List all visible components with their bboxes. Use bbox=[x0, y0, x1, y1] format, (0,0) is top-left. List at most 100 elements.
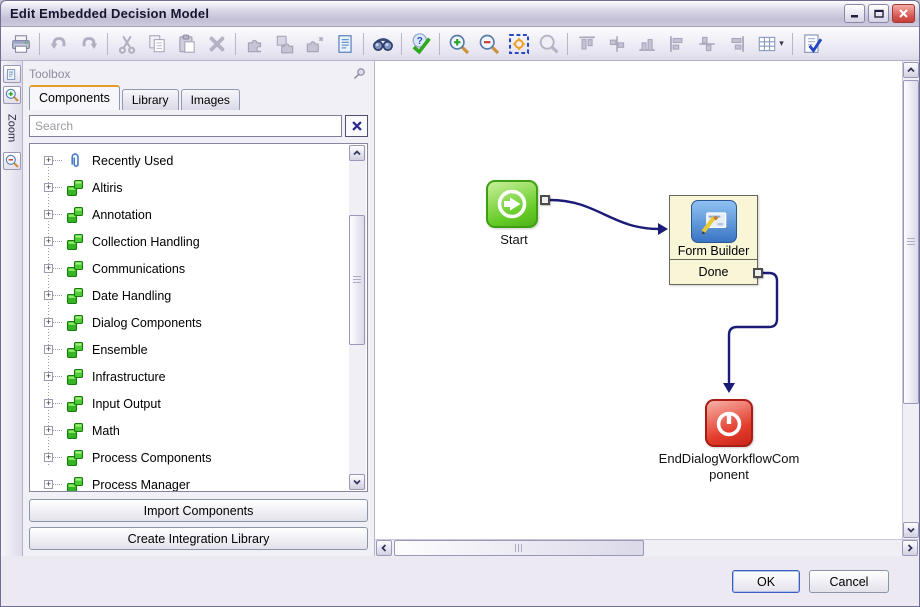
tree-item[interactable]: + Process Manager bbox=[30, 471, 349, 491]
expand-plus-icon[interactable]: + bbox=[44, 480, 53, 489]
align-top-button bbox=[572, 30, 601, 58]
clear-search-button[interactable] bbox=[345, 115, 368, 137]
component-copy-icon bbox=[274, 33, 296, 55]
component-new-button bbox=[300, 30, 329, 58]
zoom-fit-button[interactable] bbox=[504, 30, 533, 58]
node-output-port-done[interactable]: Done bbox=[670, 259, 757, 284]
expand-plus-icon[interactable]: + bbox=[44, 237, 53, 246]
report-button[interactable] bbox=[330, 30, 359, 58]
print-icon bbox=[10, 33, 32, 55]
maximize-button[interactable] bbox=[868, 4, 889, 23]
connector-port-start[interactable] bbox=[540, 195, 550, 205]
node-end-dialog[interactable] bbox=[705, 399, 753, 447]
scroll-up-button[interactable] bbox=[903, 62, 919, 78]
toolbox-header: Toolbox bbox=[29, 65, 368, 83]
connection-done-to-end[interactable] bbox=[727, 271, 779, 386]
puzzle-icon bbox=[65, 340, 85, 360]
toolbox-tabs: Components Library Images bbox=[29, 85, 368, 110]
tree-scrollbar[interactable] bbox=[349, 145, 366, 490]
tree-item-label: Input Output bbox=[92, 396, 161, 411]
toolbar-separator bbox=[107, 32, 108, 55]
toolbar-separator bbox=[567, 32, 568, 55]
canvas-vertical-scrollbar[interactable] bbox=[902, 61, 919, 539]
scroll-left-button[interactable] bbox=[376, 540, 392, 556]
tree-item[interactable]: + Dialog Components bbox=[30, 309, 349, 336]
tree-item[interactable]: + Communications bbox=[30, 255, 349, 282]
zoom-out-strip-button[interactable] bbox=[2, 152, 21, 171]
tab-images[interactable]: Images bbox=[180, 89, 240, 110]
expand-plus-icon[interactable]: + bbox=[44, 372, 53, 381]
print-button[interactable] bbox=[6, 30, 35, 58]
tree-item[interactable]: + Infrastructure bbox=[30, 363, 349, 390]
expand-plus-icon[interactable]: + bbox=[44, 183, 53, 192]
check-model-button[interactable] bbox=[797, 30, 826, 58]
window-title: Edit Embedded Decision Model bbox=[10, 6, 210, 21]
zoom-strip-label: Zoom bbox=[5, 114, 18, 143]
pin-button[interactable] bbox=[350, 66, 368, 82]
ok-button[interactable]: OK bbox=[732, 570, 800, 593]
zoom-in-button[interactable] bbox=[444, 30, 473, 58]
tree-rows: + Recently Used + Altiris + Annotation + Collec… bbox=[30, 147, 349, 491]
cancel-button[interactable]: Cancel bbox=[809, 570, 889, 593]
dialog-footer: OK Cancel bbox=[1, 556, 919, 606]
tree-item[interactable]: + Ensemble bbox=[30, 336, 349, 363]
undo-icon bbox=[48, 33, 70, 55]
import-components-button[interactable]: Import Components bbox=[29, 499, 368, 522]
tab-library[interactable]: Library bbox=[121, 89, 179, 110]
zoom-out-button[interactable] bbox=[474, 30, 503, 58]
expand-plus-icon[interactable]: + bbox=[44, 453, 53, 462]
connector-port-done[interactable] bbox=[753, 268, 763, 278]
validate-button[interactable]: ? bbox=[406, 30, 435, 58]
paste-button bbox=[172, 30, 201, 58]
tree-connector bbox=[53, 268, 62, 269]
expand-plus-icon[interactable]: + bbox=[44, 264, 53, 273]
tree-item[interactable]: + Altiris bbox=[30, 174, 349, 201]
align-bottom-icon bbox=[636, 33, 658, 55]
tree-item[interactable]: + Date Handling bbox=[30, 282, 349, 309]
node-start[interactable] bbox=[486, 180, 538, 228]
minimize-button[interactable] bbox=[844, 4, 865, 23]
tree-item[interactable]: + Recently Used bbox=[30, 147, 349, 174]
grid-button[interactable]: ▾ bbox=[752, 30, 788, 58]
tree-item[interactable]: + Collection Handling bbox=[30, 228, 349, 255]
scroll-down-button[interactable] bbox=[349, 474, 365, 490]
close-button[interactable] bbox=[892, 4, 915, 23]
align-center-button bbox=[692, 30, 721, 58]
tree-item[interactable]: + Input Output bbox=[30, 390, 349, 417]
toolbar-separator bbox=[363, 32, 364, 55]
tree-item[interactable]: + Math bbox=[30, 417, 349, 444]
node-form-builder[interactable]: Form Builder Done bbox=[669, 195, 758, 285]
create-integration-library-button[interactable]: Create Integration Library bbox=[29, 527, 368, 550]
zoom-in-strip-button[interactable] bbox=[2, 86, 21, 104]
pin-icon bbox=[350, 66, 368, 82]
scrollbar-thumb[interactable] bbox=[394, 540, 644, 556]
page-strip-button[interactable] bbox=[2, 65, 21, 83]
expand-plus-icon[interactable]: + bbox=[44, 156, 53, 165]
design-canvas[interactable]: Start Form Builder Done EndDialogWorkflo… bbox=[375, 61, 902, 539]
component-copy-button bbox=[270, 30, 299, 58]
scroll-right-button[interactable] bbox=[902, 540, 918, 556]
scrollbar-thumb[interactable] bbox=[349, 215, 365, 345]
search-input[interactable] bbox=[29, 115, 342, 137]
node-end-dialog-label: EndDialogWorkflowCom ponent bbox=[658, 451, 800, 482]
connection-start-to-formbuilder[interactable] bbox=[548, 198, 661, 231]
scrollbar-thumb[interactable] bbox=[903, 80, 919, 404]
expand-plus-icon[interactable]: + bbox=[44, 210, 53, 219]
tree-item[interactable]: + Annotation bbox=[30, 201, 349, 228]
find-icon bbox=[371, 32, 395, 56]
expand-plus-icon[interactable]: + bbox=[44, 291, 53, 300]
tree-item-label: Date Handling bbox=[92, 288, 172, 303]
canvas-horizontal-scrollbar[interactable] bbox=[375, 539, 919, 556]
expand-plus-icon[interactable]: + bbox=[44, 426, 53, 435]
puzzle-icon bbox=[65, 232, 85, 252]
find-button[interactable] bbox=[368, 30, 397, 58]
expand-plus-icon[interactable]: + bbox=[44, 318, 53, 327]
expand-plus-icon[interactable]: + bbox=[44, 399, 53, 408]
scroll-up-button[interactable] bbox=[349, 145, 365, 161]
arrowhead-icon bbox=[723, 383, 735, 393]
scroll-down-button[interactable] bbox=[903, 522, 919, 538]
tab-components[interactable]: Components bbox=[29, 85, 120, 110]
tree-item[interactable]: + Process Components bbox=[30, 444, 349, 471]
report-icon bbox=[334, 33, 356, 55]
expand-plus-icon[interactable]: + bbox=[44, 345, 53, 354]
